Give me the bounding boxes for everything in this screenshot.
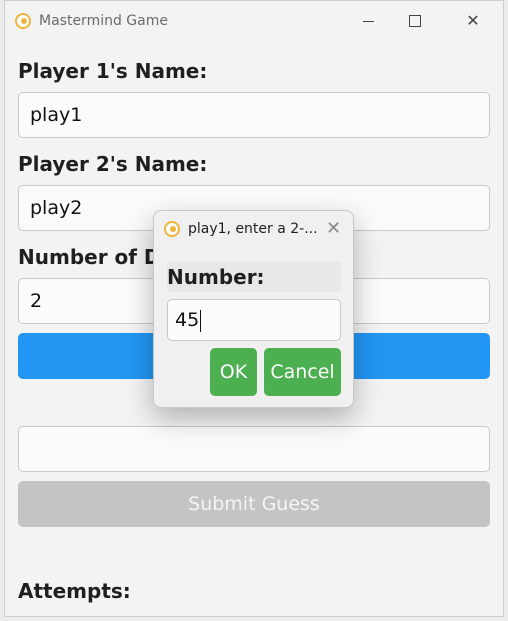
number-input-value: 45 bbox=[175, 309, 200, 331]
maximize-button[interactable] bbox=[392, 1, 438, 41]
minimize-icon bbox=[363, 21, 374, 22]
close-icon: ✕ bbox=[466, 11, 480, 30]
number-input[interactable]: 45 bbox=[167, 299, 341, 341]
minimize-button[interactable] bbox=[346, 1, 392, 41]
player2-label: Player 2's Name: bbox=[18, 152, 208, 176]
maximize-icon bbox=[409, 15, 421, 27]
digits-label: Number of D bbox=[18, 245, 161, 269]
dialog-title: play1, enter a 2-... bbox=[188, 221, 318, 237]
guess-input[interactable] bbox=[18, 426, 490, 472]
number-label: Number: bbox=[167, 262, 341, 292]
submit-guess-button[interactable]: Submit Guess bbox=[18, 481, 490, 527]
number-entry-dialog: play1, enter a 2-... ✕ Number: 45 OK Can… bbox=[153, 210, 354, 408]
player1-name-input[interactable]: play1 bbox=[18, 92, 490, 138]
text-caret bbox=[200, 309, 202, 332]
title-bar[interactable]: Mastermind Game ✕ bbox=[5, 1, 503, 41]
window-title: Mastermind Game bbox=[39, 13, 168, 29]
attempts-label: Attempts: bbox=[18, 579, 131, 603]
close-button[interactable]: ✕ bbox=[450, 1, 496, 41]
dialog-app-icon bbox=[164, 221, 180, 237]
player1-label: Player 1's Name: bbox=[18, 59, 208, 83]
ok-button[interactable]: OK bbox=[210, 348, 257, 396]
cancel-button[interactable]: Cancel bbox=[264, 348, 341, 396]
dialog-close-icon[interactable]: ✕ bbox=[326, 218, 341, 239]
app-icon bbox=[15, 13, 31, 29]
